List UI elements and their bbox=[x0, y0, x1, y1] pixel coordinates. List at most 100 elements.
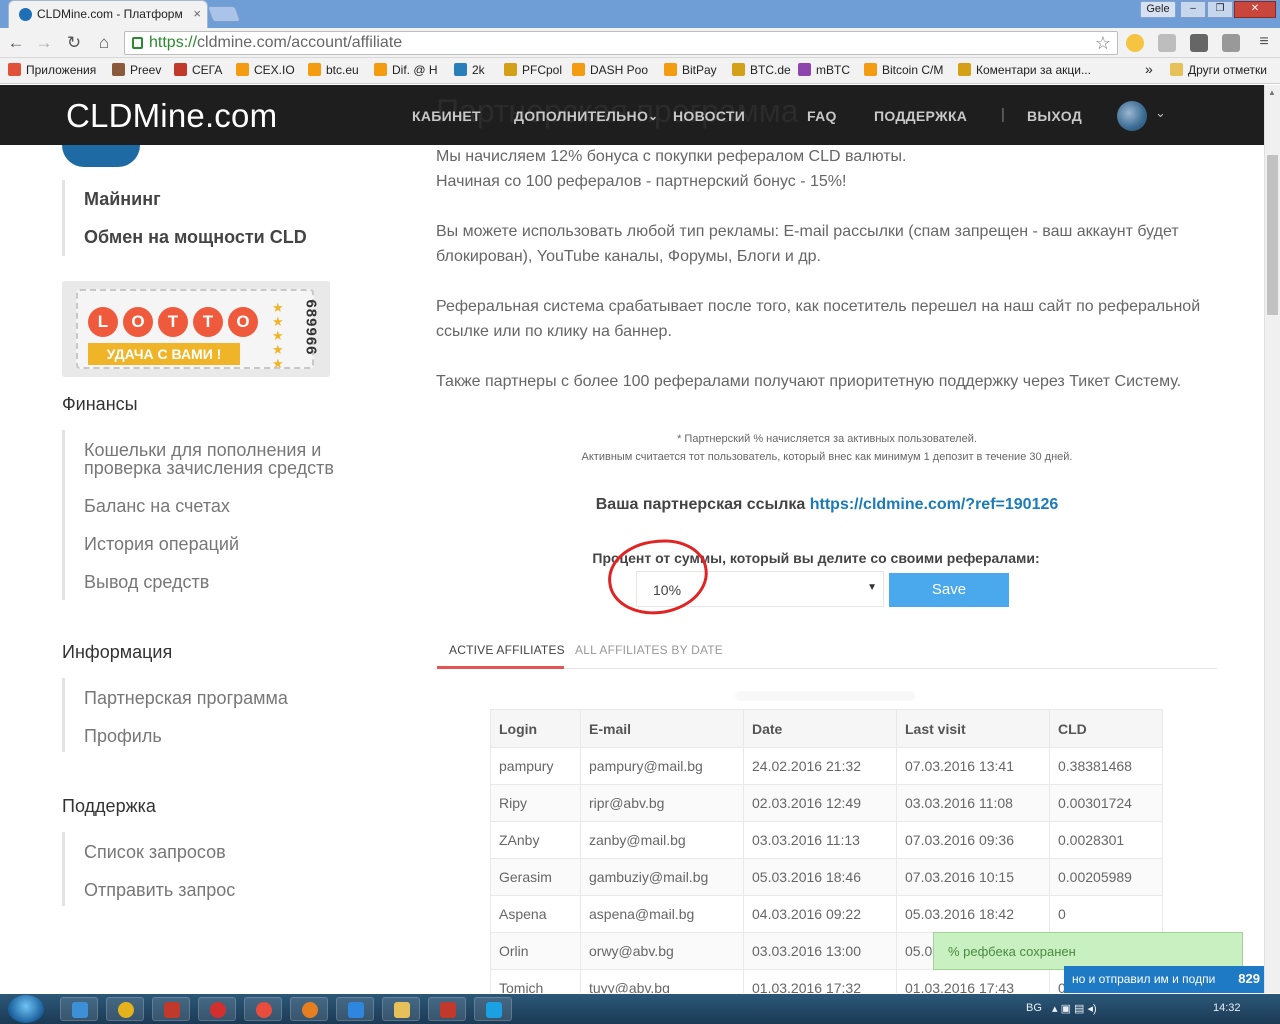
taskbar-ie[interactable] bbox=[60, 997, 98, 1021]
bookmark-item[interactable]: mBTC bbox=[798, 63, 850, 77]
sidebar-item-balance[interactable]: Баланс на счетах bbox=[84, 497, 230, 515]
sidebar-item-history[interactable]: История операций bbox=[84, 535, 239, 553]
taskbar-yandex[interactable] bbox=[244, 997, 282, 1021]
browser-toolbar: ← → ↻ ⌂ https://cldmine.com/account/affi… bbox=[0, 28, 1280, 58]
other-bookmarks[interactable]: Други отметки bbox=[1170, 63, 1267, 77]
chat-bar[interactable]: но и отправил им и подпи 829 bbox=[1064, 966, 1264, 993]
sidebar-item-exchange[interactable]: Обмен на мощности CLD bbox=[84, 227, 307, 248]
firefox-icon bbox=[302, 1002, 318, 1018]
forward-icon[interactable]: → bbox=[34, 33, 54, 53]
table-row: Ripy ripr@abv.bg 02.03.2016 12:49 03.03.201… bbox=[490, 784, 1163, 822]
lotto-banner[interactable]: L O T T O ★ ★ ★ ★ ★ УДАЧА С ВАМИ ! 689966 bbox=[62, 281, 330, 377]
column-header[interactable]: CLD bbox=[1049, 709, 1163, 748]
taskbar-explorer[interactable] bbox=[382, 997, 420, 1021]
maximize-button[interactable]: ❐ bbox=[1207, 1, 1233, 18]
bookmark-star-icon[interactable]: ☆ bbox=[1095, 33, 1111, 54]
extension-icon[interactable] bbox=[1190, 34, 1208, 52]
chevron-down-icon[interactable]: ⌄ bbox=[1155, 105, 1166, 121]
reload-icon[interactable]: ↻ bbox=[64, 33, 84, 53]
taskbar-firefox[interactable] bbox=[290, 997, 328, 1021]
bookmark-item[interactable]: 2k bbox=[454, 63, 485, 77]
extension-icon[interactable] bbox=[1222, 34, 1240, 52]
nav-logout[interactable]: ВЫХОД bbox=[1027, 108, 1082, 124]
nav-cabinet[interactable]: КАБИНЕТ bbox=[412, 108, 481, 124]
bonus-line: Мы начисляем 12% бонуса с покупки рефера… bbox=[436, 148, 907, 165]
menu-icon[interactable]: ≡ bbox=[1254, 33, 1274, 51]
site-navbar: Партнерская программа CLDMine.com КАБИНЕ… bbox=[0, 85, 1264, 145]
bookmark-item[interactable]: Коментари за акци... bbox=[958, 63, 1091, 77]
bookmark-label: DASH Poo bbox=[590, 63, 649, 77]
weather-extension-icon[interactable] bbox=[1126, 34, 1144, 52]
extension-icon[interactable] bbox=[1158, 34, 1176, 52]
start-button[interactable] bbox=[8, 995, 44, 1023]
column-header[interactable]: Date bbox=[743, 709, 897, 748]
table-cell: tuyy@abv.bg bbox=[580, 969, 744, 993]
close-window-button[interactable]: ✕ bbox=[1234, 1, 1276, 18]
bookmark-label: Коментари за акци... bbox=[976, 63, 1091, 77]
new-tab-button[interactable] bbox=[207, 6, 241, 22]
referral-link[interactable]: https://cldmine.com/?ref=190126 bbox=[810, 496, 1059, 513]
active-tab-indicator bbox=[437, 666, 564, 669]
minimize-button[interactable]: – bbox=[1180, 1, 1206, 18]
bookmark-item[interactable]: BitPay bbox=[664, 63, 717, 77]
home-icon[interactable]: ⌂ bbox=[94, 33, 114, 53]
tab-all-affiliates[interactable]: ALL AFFILIATES BY DATE bbox=[575, 643, 723, 657]
bookmark-item[interactable]: Preev bbox=[112, 63, 161, 77]
tab-close-icon[interactable]: × bbox=[193, 6, 201, 21]
taskbar-chrome[interactable] bbox=[106, 997, 144, 1021]
sidebar-item-withdraw[interactable]: Вывод средств bbox=[84, 573, 209, 591]
taskbar-app[interactable] bbox=[428, 997, 466, 1021]
back-icon[interactable]: ← bbox=[6, 33, 26, 53]
column-header[interactable]: Login bbox=[490, 709, 581, 748]
chevron-down-icon[interactable]: ⌄ bbox=[648, 109, 658, 123]
bookmark-item[interactable]: Приложения bbox=[8, 63, 96, 77]
scroll-up-icon[interactable]: ▲ bbox=[1268, 88, 1276, 97]
profile-button[interactable]: Gele bbox=[1140, 1, 1176, 18]
clock[interactable]: 14:32 bbox=[1213, 1002, 1241, 1014]
bookmark-item[interactable]: btc.eu bbox=[308, 63, 359, 77]
table-cell: 0.0028301 bbox=[1049, 821, 1163, 859]
column-header[interactable]: E-mail bbox=[580, 709, 744, 748]
bookmark-item[interactable]: PFCpol bbox=[504, 63, 562, 77]
sidebar-item-profile[interactable]: Профиль bbox=[84, 727, 162, 745]
note-text: Активным считается тот пользователь, кот… bbox=[581, 451, 1073, 463]
bookmark-item[interactable]: Dif. @ H bbox=[374, 63, 438, 77]
success-toast[interactable]: % рефбека сохранен bbox=[933, 932, 1243, 970]
language-indicator[interactable]: BG bbox=[1026, 1002, 1042, 1014]
nav-support[interactable]: ПОДДЕРЖКА bbox=[874, 108, 967, 124]
sidebar-item-mining[interactable]: Майнинг bbox=[84, 189, 161, 210]
browser-tab[interactable]: CLDMine.com - Платформ × bbox=[8, 0, 208, 28]
address-bar[interactable]: https://cldmine.com/account/affiliate ☆ bbox=[124, 31, 1118, 55]
nav-news[interactable]: НОВОСТИ bbox=[673, 108, 745, 124]
taskbar-app[interactable] bbox=[336, 997, 374, 1021]
bookmark-item[interactable]: Bitcoin C/M bbox=[864, 63, 943, 77]
table-row: Tomich tuyy@abv.bg 01.03.2016 17:32 01.03.2… bbox=[490, 969, 1163, 993]
sidebar-item-tickets[interactable]: Список запросов bbox=[84, 843, 226, 861]
globe-icon[interactable] bbox=[1117, 101, 1147, 131]
tab-active-affiliates[interactable]: ACTIVE AFFILIATES bbox=[449, 643, 565, 657]
site-logo[interactable]: CLDMine.com bbox=[66, 97, 277, 135]
column-header[interactable]: Last visit bbox=[896, 709, 1050, 748]
sidebar-item-wallets[interactable]: Кошельки для пополнения и проверка зачис… bbox=[84, 441, 384, 477]
bookmark-item[interactable]: СЕГА bbox=[174, 63, 222, 77]
table-cell: 03.03.2016 11:13 bbox=[743, 821, 897, 859]
lotto-ball: T bbox=[193, 307, 223, 337]
bookmark-item[interactable]: DASH Poo bbox=[572, 63, 648, 77]
taskbar-skype[interactable] bbox=[474, 997, 512, 1021]
nav-faq[interactable]: FAQ bbox=[807, 108, 837, 124]
bookmark-favicon-icon bbox=[308, 63, 321, 76]
tray-icons[interactable]: ▴ ▣ ▤ ◂) bbox=[1052, 1002, 1097, 1015]
save-button[interactable]: Save bbox=[889, 573, 1009, 607]
bookmarks-overflow-icon[interactable]: » bbox=[1145, 61, 1153, 77]
scrollbar-thumb[interactable] bbox=[1267, 155, 1278, 315]
taskbar-app[interactable] bbox=[152, 997, 190, 1021]
page-scrollbar[interactable]: ▲ bbox=[1264, 85, 1280, 993]
bookmark-label: Dif. @ H bbox=[392, 63, 438, 77]
sidebar-item-new-ticket[interactable]: Отправить запрос bbox=[84, 881, 235, 899]
taskbar-opera[interactable] bbox=[198, 997, 236, 1021]
nav-additional[interactable]: ДОПОЛНИТЕЛЬНО bbox=[514, 108, 648, 124]
bookmark-item[interactable]: BTC.de bbox=[732, 63, 791, 77]
bookmark-item[interactable]: CEX.IO bbox=[236, 63, 295, 77]
sidebar-item-affiliate[interactable]: Партнерская программа bbox=[84, 689, 288, 707]
bookmark-favicon-icon bbox=[374, 63, 387, 76]
